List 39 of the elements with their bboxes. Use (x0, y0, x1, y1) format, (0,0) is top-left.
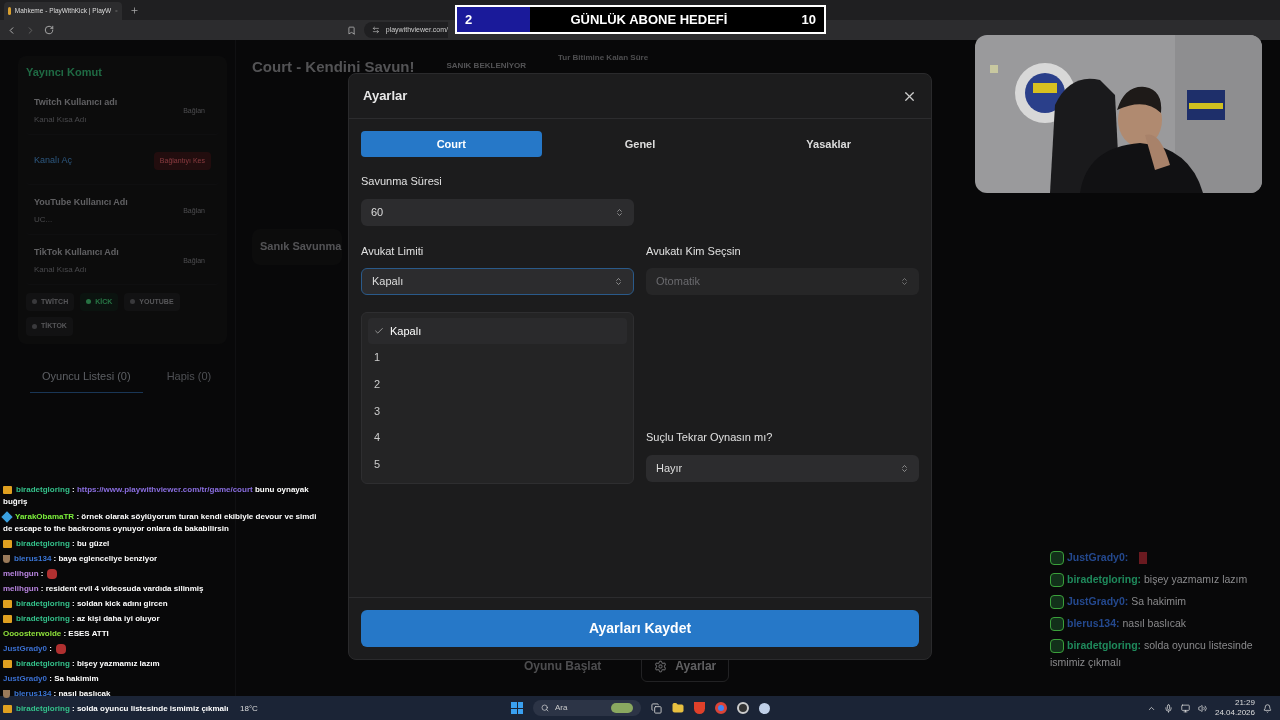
chat-message: melihgun : (3, 568, 58, 580)
goal-title: GÜNLÜK ABONE HEDEFİ (570, 10, 728, 29)
chat-message: JustGrady0 : Sa hakimim (3, 673, 99, 685)
page-title: Court - Kendini Savun! (252, 57, 415, 77)
chat-message: biradetgloring : solda oyuncu listesinde ismimiz çıkmalı (3, 703, 229, 715)
goal-target: 10 (801, 10, 816, 29)
chat-message: JustGrady0: (1050, 549, 1272, 566)
chat-message: biradetgloring : https://www.playwithviewer.com/tr/game/court bunu oynayak buğriş (3, 484, 310, 508)
chat-message: biradetgloring : bu güzel (3, 538, 110, 550)
chat-message: biradetgloring: solda oyuncu listesinde ismimiz çıkmalı (1050, 638, 1254, 670)
chat-message: blerus134: nasıl baslıcak (1050, 615, 1272, 632)
chat-message: JustGrady0 : (3, 643, 66, 655)
field-label: Savunma Süresi (361, 174, 443, 189)
section-title: Sanık Savunma (260, 239, 342, 255)
chat-message: blerus134 : nasıl baslıcak (3, 688, 111, 700)
chat-message: biradetgloring : soldan kick adını gircen (3, 598, 168, 610)
account-label: Twitch Kullanıcı adı (34, 96, 118, 110)
account-label: TikTok Kullanıcı Adı (34, 246, 119, 260)
clock-time: 21:29 (1234, 699, 1255, 707)
chat-message: blerus134 : baya eglenceliye benziyor (3, 553, 158, 565)
field-label: Suçlu Tekrar Oynasın mı? (646, 430, 774, 445)
chat-message: biradetgloring : az kişi daha iyi oluyor (3, 613, 160, 625)
panel-title: Yayıncı Komut (26, 65, 103, 80)
chat-message: JustGrady0: Sa hakimim (1050, 593, 1272, 610)
timer-label: Tur Bitimine Kalan Süre (558, 52, 649, 64)
chat-message: biradetgloring : bişey yazmamız lazım (3, 658, 160, 670)
chat-message: Oooosterwolde : ESES ATTI (3, 628, 109, 640)
account-label: YouTube Kullanıcı Adı (34, 196, 128, 210)
clock-date: 24.04.2026 (1214, 709, 1255, 717)
chat-message: YarakObamaTR : örnek olarak söylüyorum turan kendi ekibiyle devour ve simdi de escape to the backrooms oynuyor onlara da bakabilirsin (3, 511, 318, 535)
field-label: Avukat Limiti (361, 243, 425, 259)
chat-message: biradetgloring: bişey yazmamız lazım (1050, 571, 1272, 588)
status-text: SANIK BEKLENİYOR (446, 60, 527, 72)
field-label: Avukatı Kim Seçsin (646, 243, 742, 259)
chat-message: melihgun : resident evil 4 videosuda vardıda silinmiş (3, 583, 204, 595)
weather-text: 18°C (240, 703, 258, 715)
goal-current: 2 (465, 10, 473, 29)
dialog-title: Ayarlar (363, 87, 408, 106)
account-label: Kanalı Aç (34, 154, 73, 168)
